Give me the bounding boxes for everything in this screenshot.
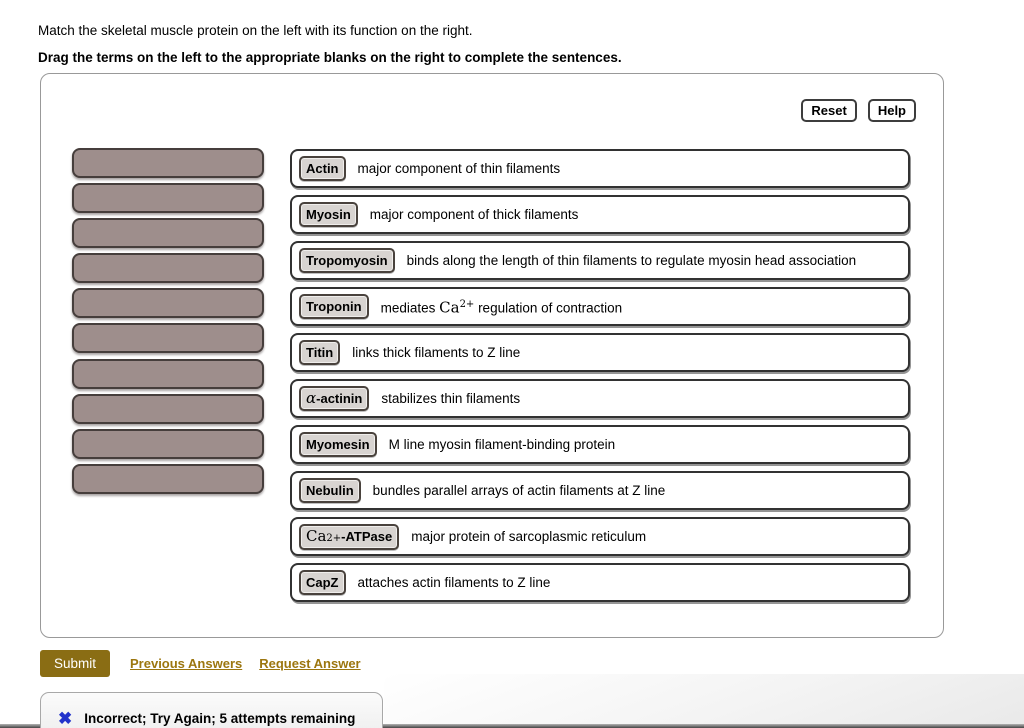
match-row[interactable]: Troponin mediates Ca2+ regulation of cont…: [290, 287, 910, 326]
lower-panel-background: [384, 674, 1024, 728]
function-text: M line myosin filament-binding protein: [389, 437, 616, 452]
term-chip[interactable]: Nebulin: [299, 478, 361, 503]
text-segment: bundles parallel arrays of actin filamen…: [372, 483, 666, 498]
text-segment: CapZ: [306, 575, 339, 590]
match-row[interactable]: Actin major component of thin filaments: [290, 149, 910, 188]
blank-slot[interactable]: [72, 323, 264, 354]
term-chip[interactable]: Actin: [299, 156, 346, 181]
answer-links: Previous Answers Request Answer: [130, 656, 361, 671]
text-segment: regulation of contraction: [474, 300, 623, 316]
function-text: major component of thick filaments: [370, 207, 579, 222]
help-button[interactable]: Help: [867, 99, 916, 122]
term-chip[interactable]: α -actinin: [299, 386, 370, 411]
text-segment: Titin: [306, 345, 334, 360]
text-segment: Tropomyosin: [306, 253, 388, 268]
function-text: major component of thin filaments: [358, 161, 561, 176]
match-row[interactable]: α -actinin stabilizes thin filaments: [290, 379, 910, 418]
text-segment: attaches actin filaments to Z line: [357, 575, 551, 590]
text-segment: M line myosin filament-binding protein: [388, 437, 616, 452]
text-segment: mediates: [380, 300, 440, 316]
text-segment: links thick filaments to Z line: [352, 345, 521, 360]
target-column: Actin major component of thin filaments My…: [290, 149, 910, 602]
math-text: Ca: [306, 526, 327, 545]
math-text: Ca: [439, 298, 460, 317]
request-answer-link[interactable]: Request Answer: [259, 656, 360, 671]
blank-slot[interactable]: [72, 218, 264, 249]
term-chip[interactable]: Tropomyosin: [299, 248, 395, 273]
text-segment: Myomesin: [306, 437, 370, 452]
function-text: binds along the length of thin filaments…: [407, 253, 857, 268]
math-text: 2+: [459, 299, 475, 311]
blank-slot[interactable]: [72, 428, 264, 459]
blank-slot[interactable]: [72, 253, 264, 284]
incorrect-x-icon: ✖: [58, 708, 73, 728]
blank-slot[interactable]: [72, 358, 264, 389]
panel-toolbar: Reset Help: [801, 99, 916, 122]
blank-slot[interactable]: [72, 288, 264, 319]
text-segment: Troponin: [306, 299, 362, 314]
blank-slot[interactable]: [72, 148, 264, 178]
blank-slot[interactable]: [72, 393, 264, 424]
text-segment: -ATPase: [341, 528, 393, 544]
blank-column: [72, 148, 264, 494]
function-text: attaches actin filaments to Z line: [358, 575, 551, 590]
text-segment: -actinin: [316, 391, 363, 406]
submit-button[interactable]: Submit: [40, 650, 111, 677]
feedback-box: ✖ Incorrect; Try Again; 5 attempts remai…: [40, 692, 383, 728]
match-row[interactable]: Myosin major component of thick filaments: [290, 195, 910, 234]
match-row[interactable]: Ca 2+ -ATPase major protein of sarcoplasmic…: [290, 517, 910, 556]
math-text: 2+: [326, 532, 342, 544]
function-text: links thick filaments to Z line: [352, 345, 520, 360]
term-chip[interactable]: Myomesin: [299, 432, 377, 457]
function-text: stabilizes thin filaments: [381, 391, 520, 406]
blank-slot[interactable]: [72, 463, 264, 494]
text-segment: major component of thick filaments: [369, 207, 579, 222]
term-chip[interactable]: Titin: [299, 340, 341, 365]
text-segment: Nebulin: [306, 483, 354, 498]
term-chip[interactable]: Ca 2+ -ATPase: [299, 523, 400, 550]
function-text: bundles parallel arrays of actin filamen…: [373, 483, 666, 498]
text-segment: major component of thin filaments: [357, 161, 561, 176]
match-row[interactable]: CapZ attaches actin filaments to Z line: [290, 563, 910, 602]
blank-slot[interactable]: [72, 183, 264, 214]
match-row[interactable]: Nebulin bundles parallel arrays of actin …: [290, 471, 910, 510]
function-text: major protein of sarcoplasmic reticulum: [411, 529, 646, 544]
term-chip[interactable]: Myosin: [299, 202, 358, 227]
function-text: mediates Ca2+ regulation of contraction: [381, 297, 623, 316]
term-chip[interactable]: CapZ: [299, 570, 346, 595]
reset-button[interactable]: Reset: [801, 99, 857, 122]
text-segment: major protein of sarcoplasmic reticulum: [411, 529, 647, 544]
match-row[interactable]: Titin links thick filaments to Z line: [290, 333, 910, 372]
question-instruction: Match the skeletal muscle protein on the…: [38, 23, 473, 38]
term-chip[interactable]: Troponin: [299, 294, 369, 319]
match-row[interactable]: Tropomyosin binds along the length of thi…: [290, 241, 910, 280]
drag-drop-panel: Reset Help Actin major component of thin …: [40, 73, 944, 638]
drag-instruction: Drag the terms on the left to the approp…: [38, 50, 622, 65]
text-segment: Actin: [306, 161, 339, 176]
match-row[interactable]: Myomesin M line myosin filament-binding p…: [290, 425, 910, 464]
previous-answers-link[interactable]: Previous Answers: [130, 656, 242, 671]
text-segment: binds along the length of thin filaments…: [406, 253, 857, 268]
feedback-message: Incorrect; Try Again; 5 attempts remaini…: [84, 710, 356, 726]
text-segment: Myosin: [306, 207, 351, 222]
text-segment: stabilizes thin filaments: [381, 391, 521, 406]
math-text: α: [306, 389, 317, 407]
